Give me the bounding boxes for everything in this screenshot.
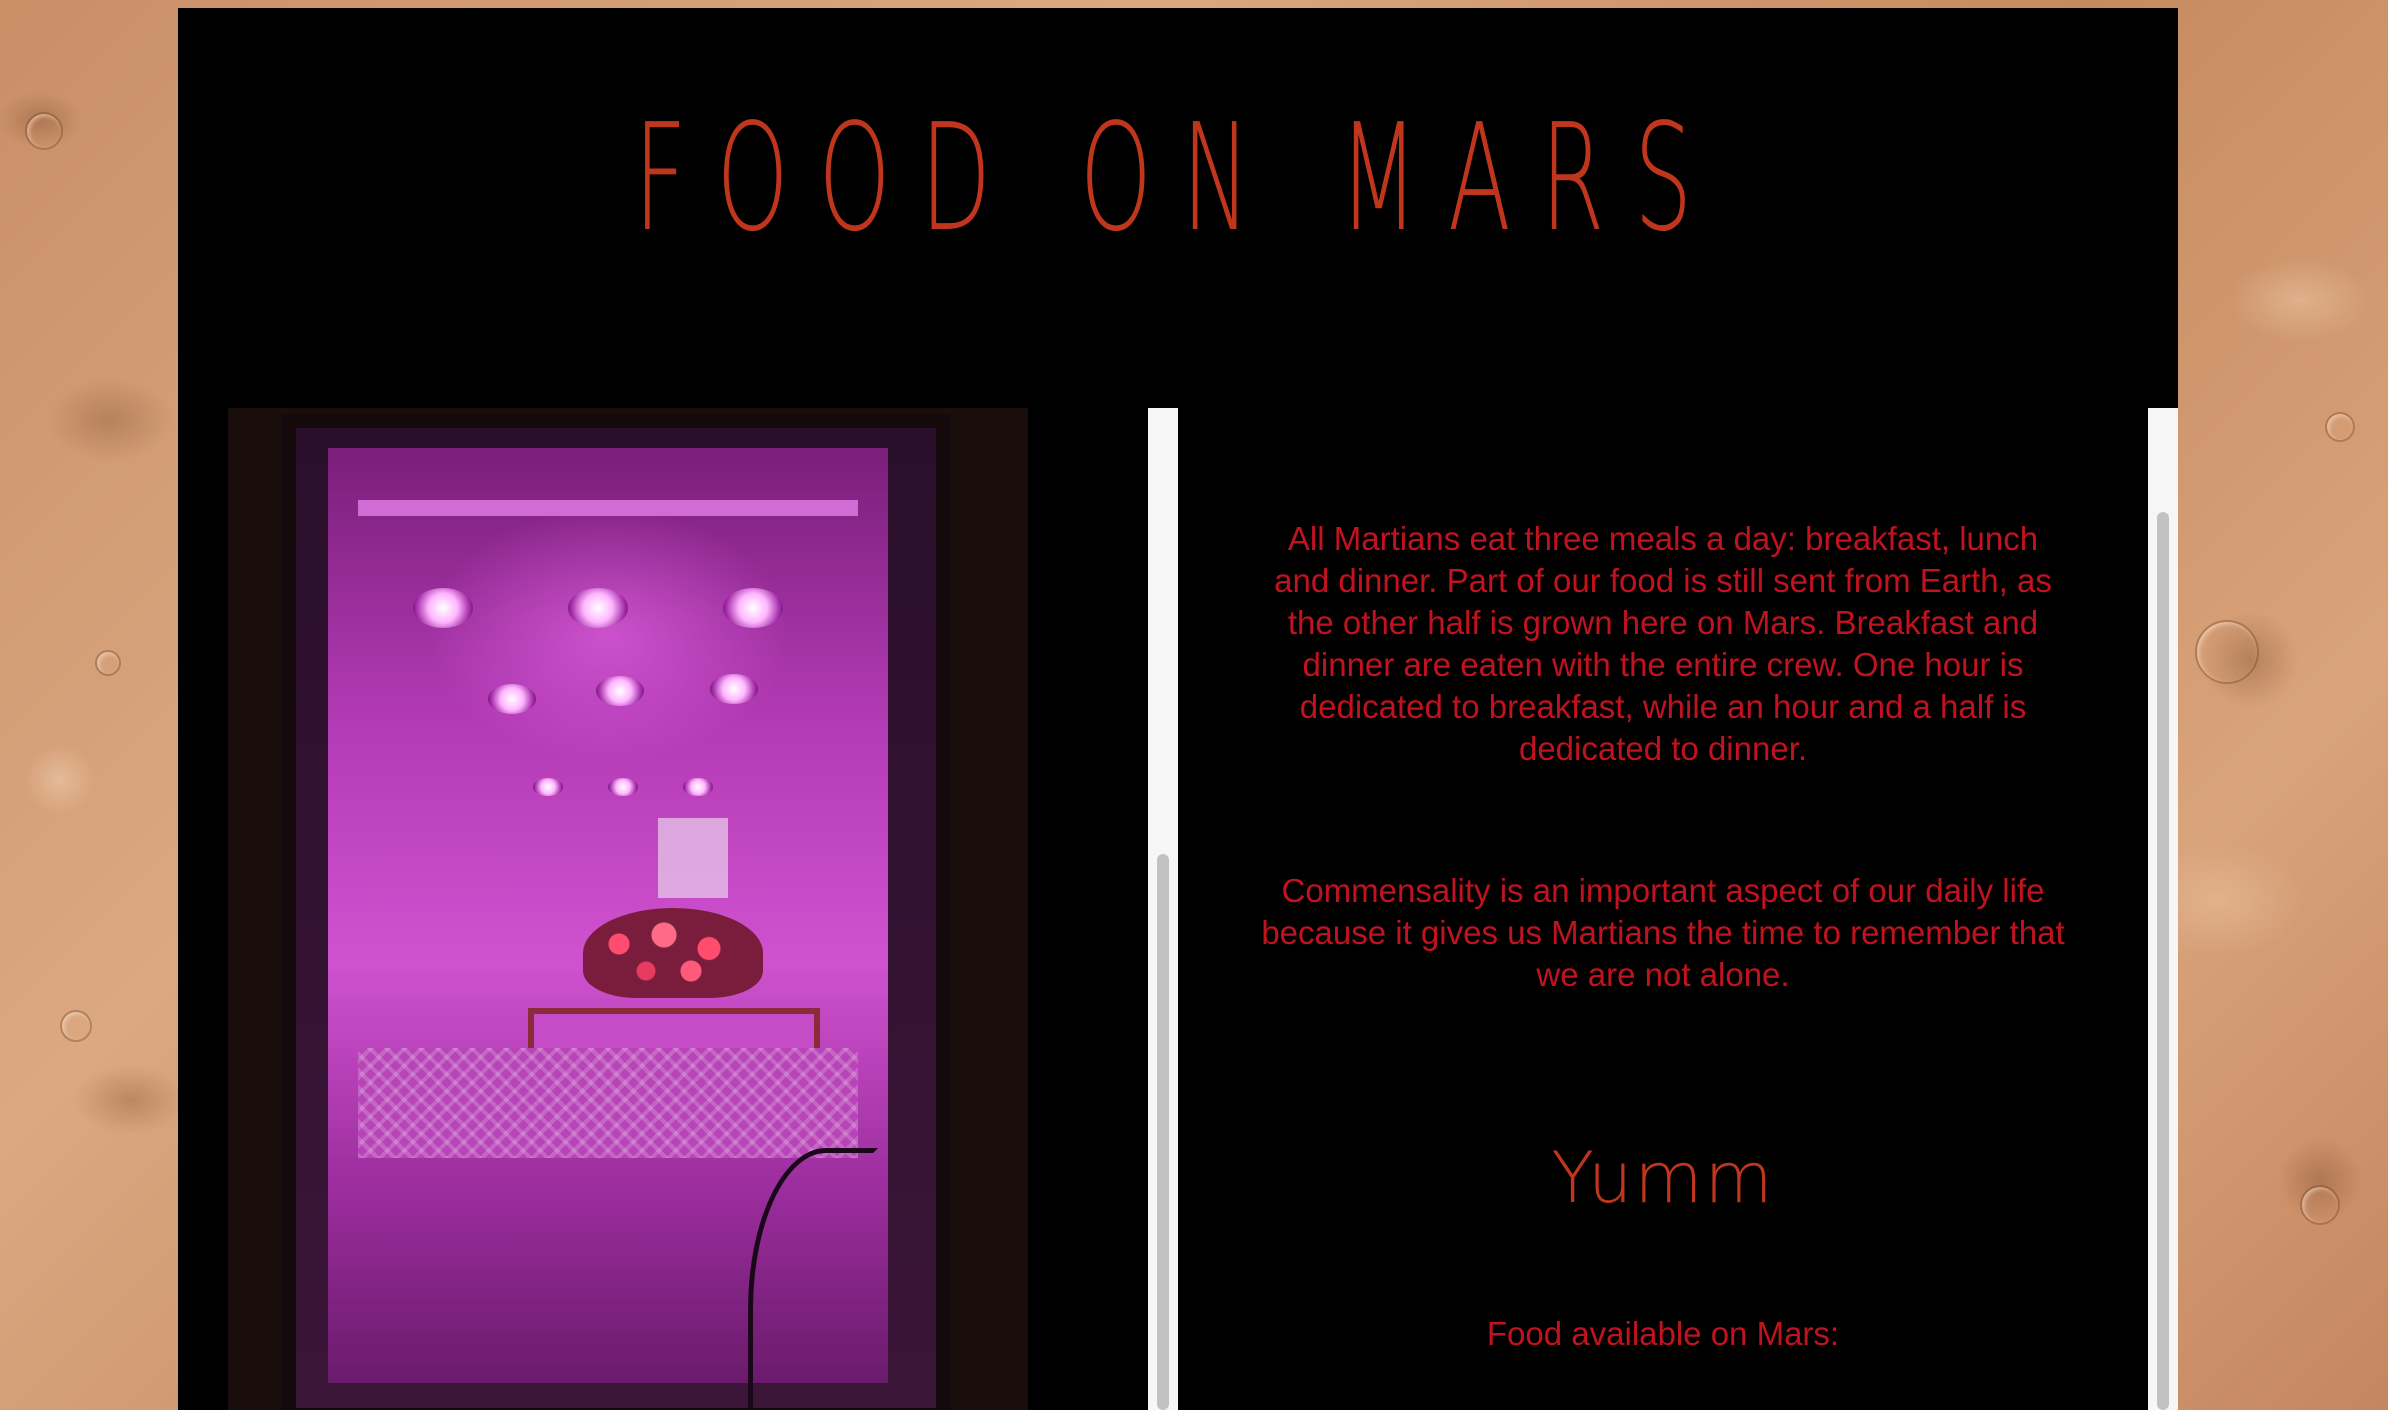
- page-background: { "header": { "title": "FOOD ON MARS" },…: [0, 0, 2388, 1410]
- grow-chamber-image: [228, 408, 1028, 1410]
- image-shelf: [358, 500, 858, 516]
- lamp-icon: [710, 674, 758, 704]
- lamp-icon: [608, 778, 638, 796]
- crater-decoration: [2300, 1185, 2340, 1225]
- lamp-icon: [488, 684, 536, 714]
- flower-plant: [583, 908, 763, 998]
- crater-decoration: [95, 650, 121, 676]
- food-available-label: Food available on Mars:: [1486, 1315, 1840, 1352]
- lamp-icon: [413, 588, 473, 628]
- text-scrollbar[interactable]: [2148, 408, 2178, 1410]
- image-scrollbar[interactable]: [1148, 408, 1178, 1410]
- lamp-icon: [533, 778, 563, 796]
- crater-decoration: [60, 1010, 92, 1042]
- meals-paragraph: All Martians eat three meals a day: brea…: [1274, 520, 2052, 767]
- crater-decoration: [25, 112, 63, 150]
- image-scrollbar-thumb[interactable]: [1157, 854, 1169, 1410]
- text-scrollbar-thumb[interactable]: [2157, 512, 2169, 1410]
- lamp-icon: [568, 588, 628, 628]
- yumm-heading: Yumm: [1551, 1137, 1775, 1219]
- lamp-icon: [596, 676, 644, 706]
- floor-grate: [358, 1048, 858, 1158]
- crater-decoration: [2195, 620, 2259, 684]
- lamp-icon: [683, 778, 713, 796]
- crater-decoration: [2325, 412, 2355, 442]
- main-panel: FOOD ON MARS All Martians eat three meal…: [178, 8, 2178, 1410]
- text-content[interactable]: All Martians eat three meals a day: brea…: [1178, 408, 2148, 1410]
- page-title: FOOD ON MARS: [633, 92, 1723, 264]
- equipment-box: [658, 818, 728, 898]
- commensality-paragraph: Commensality is an important aspect of o…: [1261, 872, 2065, 993]
- lamp-icon: [723, 588, 783, 628]
